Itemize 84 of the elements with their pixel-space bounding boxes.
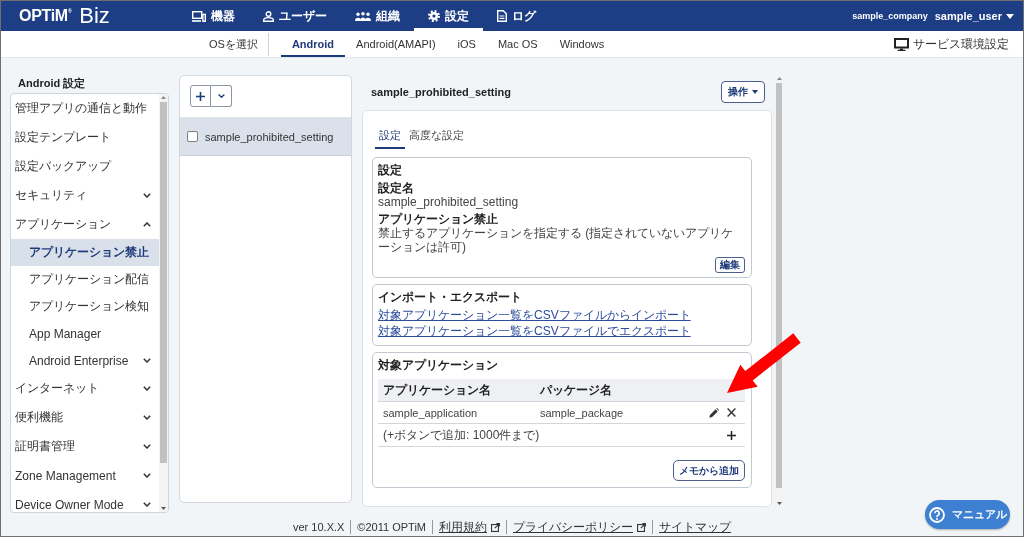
os-tab[interactable]: iOS (446, 31, 487, 57)
column-header: パッケージ名 (540, 381, 613, 399)
checkbox[interactable] (187, 131, 198, 142)
actions-button[interactable]: 操作 (721, 81, 765, 103)
edit-button[interactable]: 編集 (715, 257, 745, 273)
product-name: Biz (79, 4, 110, 28)
document-icon (497, 10, 507, 22)
os-tab[interactable]: Android (280, 31, 346, 57)
nav-tab[interactable]: ユーザー (249, 1, 341, 31)
nav-tab[interactable]: 機器 (178, 1, 249, 31)
plus-icon[interactable] (727, 430, 736, 440)
plus-icon (196, 91, 205, 101)
sidebar-item[interactable]: Device Owner Mode (11, 490, 159, 512)
add-hint-text: (+ボタンで追加: 1000件まで) (382, 426, 541, 444)
footer-text: ver 10.X.X (293, 520, 345, 534)
external-link-icon[interactable] (491, 522, 500, 532)
field-value: sample_prohibited_setting (378, 195, 520, 209)
footer-link[interactable]: プライバシーポリシー (513, 520, 633, 534)
company-name: sample_company (852, 11, 928, 21)
nav-tab[interactable]: ログ (483, 1, 550, 31)
scrollbar[interactable] (775, 75, 783, 507)
service-settings-link[interactable]: サービス環境設定 (894, 35, 1023, 53)
footer-text: ©2011 OPTiM (357, 520, 426, 534)
settings-list-item[interactable]: sample_prohibited_setting (180, 117, 351, 156)
sidebar-item[interactable]: アプリケーション配信 (11, 266, 159, 293)
scrollbar[interactable] (159, 94, 168, 512)
cross-icon[interactable] (727, 408, 736, 417)
sidebar-item[interactable]: 便利機能 (11, 403, 159, 432)
scrollbar-thumb[interactable] (160, 102, 167, 463)
sidebar-item[interactable]: 設定テンプレート (11, 123, 159, 152)
sidebar-item[interactable]: Zone Management (11, 461, 159, 490)
caret-down-icon (752, 90, 758, 94)
section-heading: インポート・エクスポート (378, 290, 522, 304)
table-cell-text: sample_application (382, 406, 479, 419)
section-heading: 対象アプリケーション (378, 358, 498, 372)
scrollbar-thumb[interactable] (776, 83, 782, 488)
sidebar-item[interactable]: アプリケーション禁止 (11, 239, 159, 266)
column-header: アプリケーション名 (382, 381, 492, 399)
os-tab[interactable]: Windows (548, 31, 616, 57)
external-link-icon[interactable] (637, 522, 646, 532)
sidebar-item[interactable]: 証明書管理 (11, 432, 159, 461)
detail-tab[interactable]: 設定 (375, 121, 405, 149)
scroll-down-icon[interactable] (776, 502, 782, 505)
sidebar-item[interactable]: 管理アプリの通信と動作 (11, 94, 159, 123)
people-group-icon (355, 11, 371, 21)
table-cell-text: sample_package (540, 406, 625, 419)
sidebar-item[interactable]: 設定バックアップ (11, 152, 159, 181)
add-from-memo-button[interactable]: メモから追加 (673, 460, 745, 481)
scroll-up-icon[interactable] (161, 96, 166, 99)
sidebar-item[interactable]: セキュリティ (11, 181, 159, 210)
footer-link[interactable]: サイトマップ (659, 520, 731, 534)
sidebar-item[interactable]: Android Enterprise (11, 347, 159, 374)
sidebar-item[interactable]: インターネット (11, 374, 159, 403)
user-menu-button[interactable]: sample_user (934, 10, 1014, 22)
devices-icon (192, 10, 206, 22)
csv-link[interactable]: 対象アプリケーション一覧をCSVファイルからインポート (378, 307, 691, 323)
detail-tab[interactable]: 高度な設定 (405, 121, 468, 149)
setting-title: sample_prohibited_setting (371, 86, 511, 98)
sidebar-item[interactable]: App Manager (11, 320, 159, 347)
pencil-icon[interactable] (709, 407, 719, 418)
sidebar-item[interactable]: アプリケーション (11, 210, 159, 239)
manual-button[interactable]: マニュアル (925, 500, 1010, 529)
scroll-down-icon[interactable] (161, 507, 166, 510)
add-button[interactable] (190, 85, 211, 107)
user-icon (263, 10, 274, 22)
logo-text: OPTiM$^{®}$ (19, 7, 72, 25)
help-icon (928, 506, 945, 523)
csv-link[interactable]: 対象アプリケーション一覧をCSVファイルでエクスポート (378, 323, 691, 339)
scroll-up-icon[interactable] (776, 77, 782, 80)
caret-down-icon (1006, 13, 1014, 19)
sidebar-title: Android 設定 (17, 76, 86, 90)
footer-link[interactable]: 利用規約 (439, 520, 487, 534)
monitor-icon (894, 37, 909, 51)
os-tab[interactable]: Mac OS (486, 31, 549, 57)
os-tab[interactable]: Android(AMAPI) (345, 31, 447, 57)
field-value: 禁止するアプリケーションを指定する (指定されていないアプリケーションは許可) (378, 226, 735, 254)
field-label: アプリケーション禁止 (378, 212, 498, 226)
chevron-down-icon (217, 94, 225, 98)
settings-icon (428, 10, 440, 22)
sidebar-item[interactable]: アプリケーション検知 (11, 293, 159, 320)
field-label: 設定名 (378, 181, 414, 195)
os-select-label: OSを選択 (209, 36, 258, 52)
section-heading: 設定 (378, 163, 402, 177)
nav-tab[interactable]: 組織 (341, 1, 414, 31)
